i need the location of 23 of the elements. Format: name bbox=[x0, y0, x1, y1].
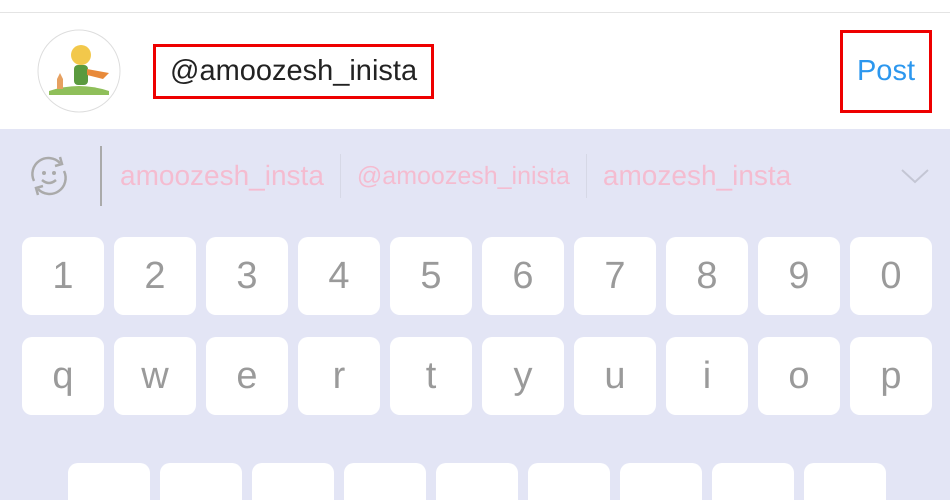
keyboard-key[interactable]: 9 bbox=[758, 237, 840, 315]
keyboard-key[interactable]: 0 bbox=[850, 237, 932, 315]
keyboard-key[interactable]: 1 bbox=[22, 237, 104, 315]
keyboard-key[interactable]: q bbox=[22, 337, 104, 415]
keyboard-key[interactable]: 7 bbox=[574, 237, 656, 315]
keyboard-key[interactable]: 5 bbox=[390, 237, 472, 315]
keyboard-key[interactable]: 4 bbox=[298, 237, 380, 315]
keyboard-key[interactable]: 8 bbox=[666, 237, 748, 315]
chevron-down-icon[interactable] bbox=[900, 168, 930, 184]
keyboard-key[interactable]: e bbox=[206, 337, 288, 415]
keyboard-key[interactable]: o bbox=[758, 337, 840, 415]
keyboard-key[interactable]: 2 bbox=[114, 237, 196, 315]
keyboard-key[interactable]: w bbox=[114, 337, 196, 415]
keyboard-key[interactable]: p bbox=[850, 337, 932, 415]
keyboard-key[interactable]: r bbox=[298, 337, 380, 415]
username-field[interactable]: @amoozesh_inista bbox=[153, 44, 434, 98]
keyboard-key[interactable]: 3 bbox=[206, 237, 288, 315]
keyboard-key[interactable]: i bbox=[666, 337, 748, 415]
post-button[interactable]: Post bbox=[840, 30, 932, 112]
keyboard-key[interactable]: y bbox=[482, 337, 564, 415]
keyboard-key[interactable]: u bbox=[574, 337, 656, 415]
keyboard-key[interactable]: 6 bbox=[482, 237, 564, 315]
keyboard-key[interactable]: t bbox=[390, 337, 472, 415]
